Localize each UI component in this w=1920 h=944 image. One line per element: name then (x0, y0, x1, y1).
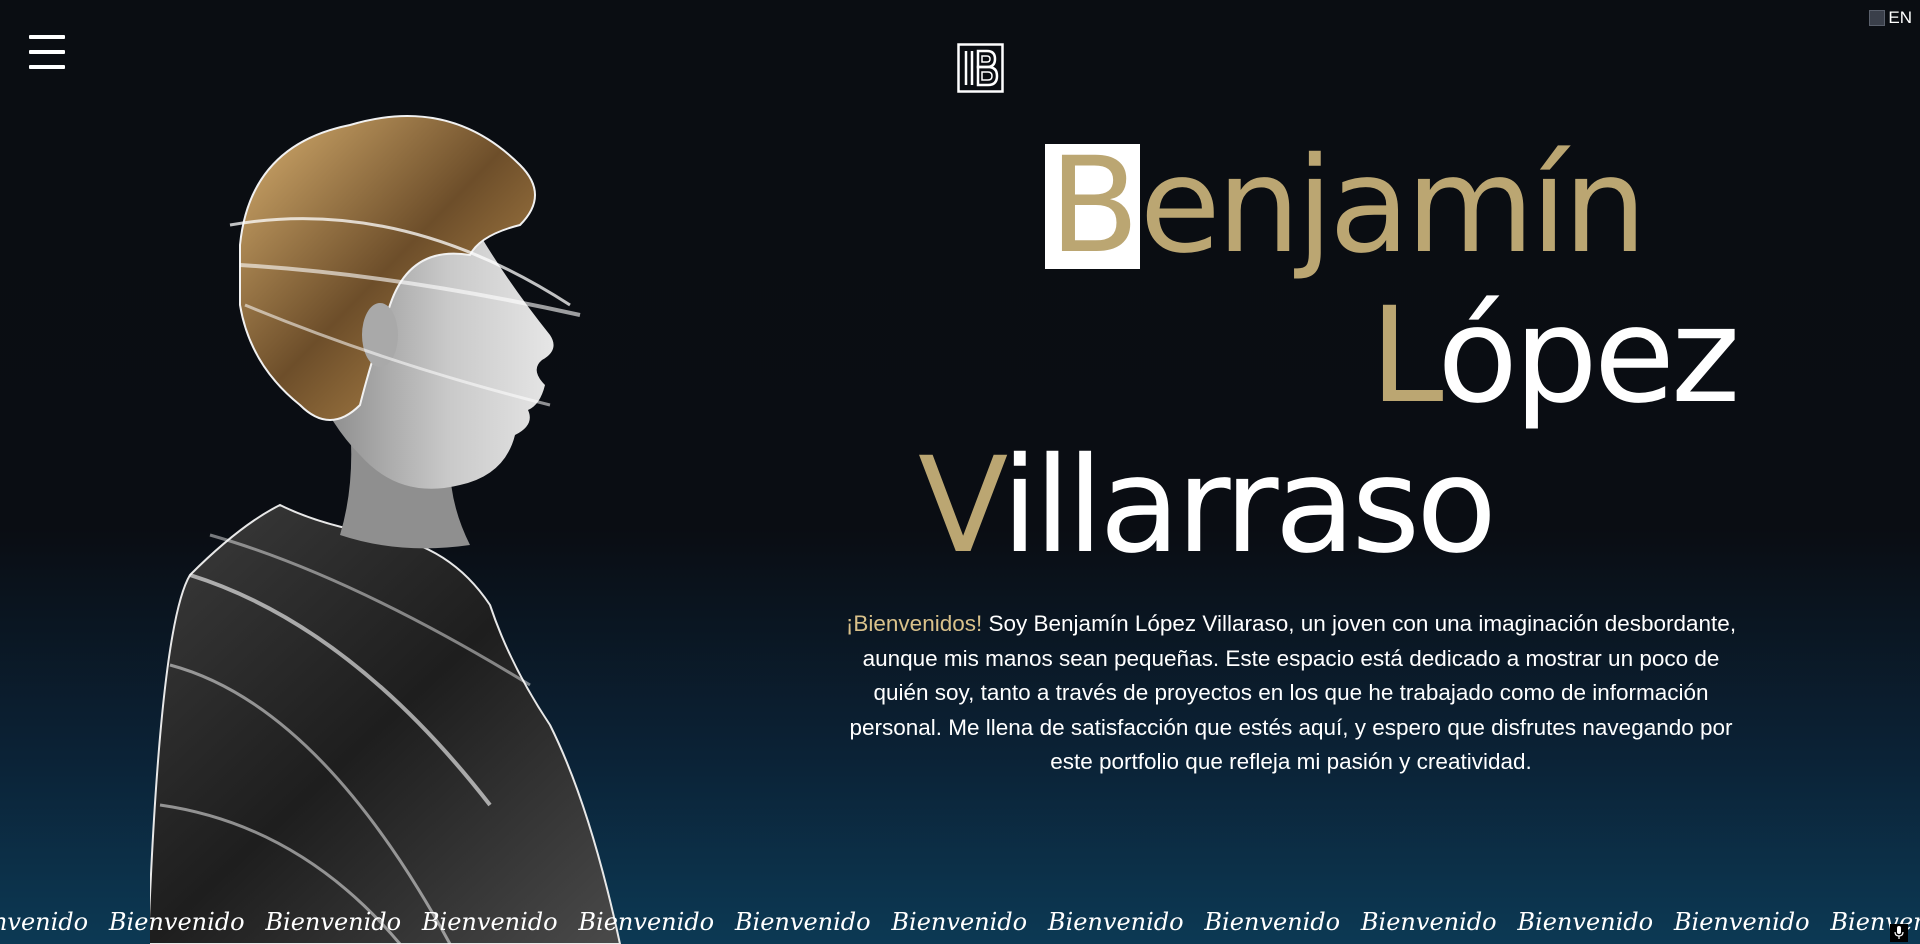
microphone-icon[interactable] (1890, 924, 1908, 942)
menu-bar (29, 65, 65, 69)
marquee-item: Bienvenido (891, 908, 1028, 936)
name-initial-v: V (918, 429, 1005, 583)
marquee-item: Bienvenido (1204, 908, 1341, 936)
hero-name-line-1: Benjamín (1045, 140, 1647, 272)
intro-line: aunque mis manos sean pequeñas. Este esp… (862, 645, 1720, 671)
name-rest-2: ópez (1437, 279, 1740, 433)
intro-line: este portfolio que refleja mi pasión y c… (1050, 749, 1532, 774)
name-initial-l: L (1370, 279, 1441, 433)
marquee-item: Bienvenido (108, 908, 245, 936)
portrait-image (150, 115, 622, 944)
intro-line: Soy Benjamín López Villaraso, un joven c… (982, 611, 1737, 636)
flag-icon (1869, 10, 1886, 26)
menu-bar (29, 50, 65, 54)
marquee-item: Bienvenido (1673, 908, 1810, 936)
marquee-track: Bienvenido Bienvenido Bienvenido Bienven… (0, 908, 1920, 936)
marquee-item: Bienvenido (578, 908, 715, 936)
marquee-item: Bienvenido (0, 908, 89, 936)
marquee-item: Bienvenido (734, 908, 871, 936)
menu-icon[interactable] (29, 35, 65, 73)
hero-name-line-3: Villarraso (918, 440, 1497, 572)
intro-line: quién soy, tanto a través de proyectos e… (873, 680, 1709, 705)
intro-line: personal. Me llena de satisfacción que e… (849, 714, 1733, 740)
marquee-item: Bienvenido (421, 908, 558, 936)
marquee-item: Bienvenido (1047, 908, 1184, 936)
intro-highlight: ¡Bienvenidos! (845, 611, 983, 636)
marquee-item: Bienvenido (1517, 908, 1654, 936)
marquee-item: Bienvenido (265, 908, 402, 936)
menu-bar (29, 35, 65, 39)
microphone-glyph (1894, 926, 1904, 939)
hero-name-line-2: López (1370, 290, 1740, 422)
name-initial-b: B (1045, 140, 1140, 272)
language-switcher[interactable]: EN (1869, 8, 1912, 28)
intro-paragraph: ¡Bienvenidos! Soy Benjamín López Villara… (826, 607, 1756, 780)
name-rest-1: enjamín (1139, 129, 1647, 283)
language-label: EN (1888, 8, 1912, 27)
logo-icon[interactable] (957, 43, 1004, 93)
welcome-marquee: Bienvenido Bienvenido Bienvenido Bienven… (0, 908, 1920, 944)
marquee-item: Bienvenido (1360, 908, 1497, 936)
name-rest-3: illarraso (1001, 429, 1497, 583)
